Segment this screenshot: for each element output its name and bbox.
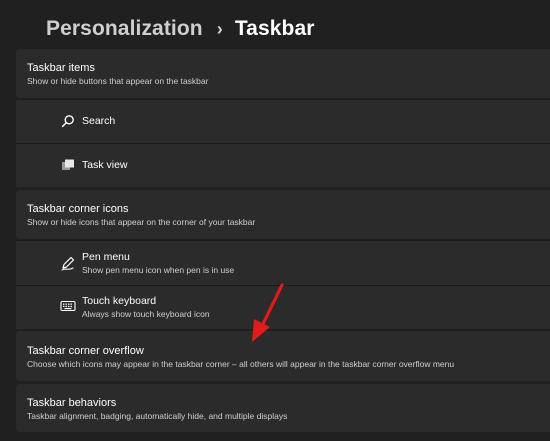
section-title: Taskbar corner overflow [27,345,144,357]
pen-menu-label: Pen menu [82,251,130,263]
annotation-arrow-icon [252,283,284,342]
search-row[interactable]: Search [16,99,550,143]
pen-menu-row[interactable]: Pen menu Show pen menu icon when pen is … [16,240,550,285]
task-view-row[interactable]: Task view [16,143,550,187]
section-subtitle: Show or hide buttons that appear on the … [27,76,209,86]
search-icon [60,113,76,129]
touch-keyboard-description: Always show touch keyboard icon [82,309,210,319]
chevron-right-icon: › [216,18,223,39]
task-view-icon [60,157,76,173]
touch-keyboard-label: Touch keyboard [82,295,157,307]
task-view-label: Task view [82,159,128,171]
breadcrumb-personalization[interactable]: Personalization [46,17,203,41]
behaviors-section[interactable]: Taskbar behaviors Taskbar alignment, bad… [16,384,550,432]
search-label: Search [82,115,116,127]
section-subtitle: Taskbar alignment, badging, automaticall… [27,411,288,421]
pen-icon [60,255,76,271]
section-subtitle: Show or hide icons that appear on the co… [27,217,256,227]
section-subtitle: Choose which icons may appear in the tas… [27,359,455,369]
section-title: Taskbar items [27,62,95,74]
taskbar-items-section[interactable]: Taskbar items Show or hide buttons that … [16,49,550,98]
breadcrumb: Personalization › Taskbar [46,14,315,44]
settings-page: Personalization › Taskbar Taskbar items … [0,0,550,441]
corner-icons-section[interactable]: Taskbar corner icons Show or hide icons … [16,190,550,239]
section-title: Taskbar behaviors [27,397,117,409]
page-title: Taskbar [234,17,315,40]
keyboard-icon [60,298,76,314]
section-title: Taskbar corner icons [27,203,129,215]
pen-menu-description: Show pen menu icon when pen is in use [82,265,235,275]
